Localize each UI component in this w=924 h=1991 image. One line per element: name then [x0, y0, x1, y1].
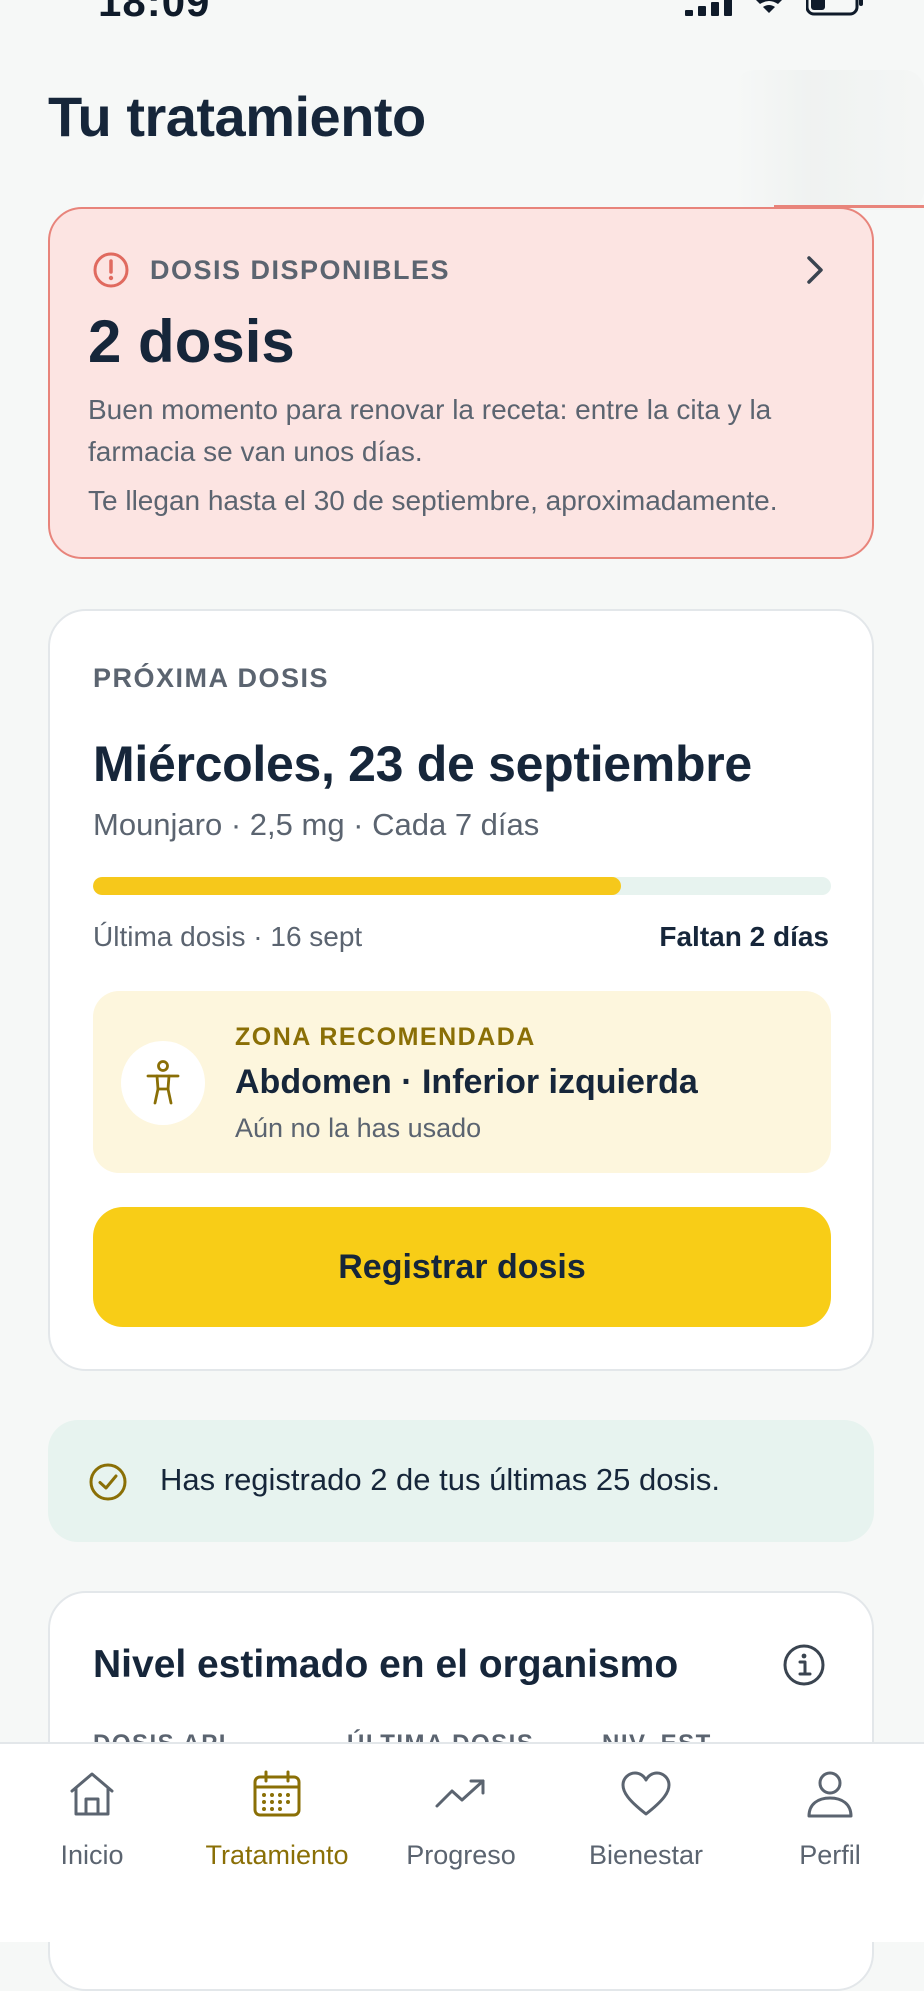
zone-subtitle: Aún no la has usado: [235, 1113, 482, 1143]
medication-details: Mounjaro · 2,5 mg · Cada 7 días: [93, 807, 540, 842]
recommended-zone[interactable]: ZONA RECOMENDADA Abdomen · Inferior izqu…: [93, 991, 831, 1173]
nav-item-tratamiento[interactable]: Tratamiento: [185, 1744, 369, 1884]
nav-item-perfil[interactable]: Perfil: [738, 1744, 922, 1884]
available-doses-count: 2 dosis: [88, 308, 295, 375]
available-doses-card[interactable]: DOSIS DISPONIBLES 2 dosis Buen momento p…: [48, 207, 874, 559]
nav-item-bienestar[interactable]: Bienestar: [554, 1744, 738, 1884]
check-circle-icon: [88, 1462, 128, 1507]
next-dose-date: Miércoles, 23 de septiembre: [93, 736, 752, 792]
renewal-advice: Buen momento para renovar la receta: ent…: [88, 394, 772, 467]
user-icon: [802, 1766, 858, 1827]
bottom-nav: Inicio Tratamiento Progreso Bienestar Pe…: [0, 1742, 924, 1942]
days-remaining: Faltan 2 días: [659, 921, 829, 952]
body-icon: [121, 1041, 205, 1125]
adherence-banner: Has registrado 2 de tus últimas 25 dosis…: [48, 1420, 874, 1542]
nav-item-inicio[interactable]: Inicio: [0, 1744, 184, 1884]
available-doses-label: DOSIS DISPONIBLES: [150, 255, 451, 285]
next-dose-label: PRÓXIMA DOSIS: [93, 663, 330, 693]
register-dose-button[interactable]: Registrar dosis: [93, 1207, 831, 1327]
dose-progress-fill: [93, 877, 621, 895]
heart-icon: [618, 1766, 674, 1827]
next-dose-card: PRÓXIMA DOSIS Miércoles, 23 de septiembr…: [48, 609, 874, 1371]
zone-label: ZONA RECOMENDADA: [235, 1023, 536, 1051]
nav-label: Bienestar: [588, 1840, 704, 1870]
calendar-icon: [249, 1766, 305, 1827]
home-icon: [64, 1766, 120, 1827]
nav-label: Perfil: [799, 1840, 861, 1870]
battery-icon: [806, 0, 864, 16]
alert-circle-icon: [92, 251, 130, 294]
estimated-level-title: Nivel estimado en el organismo: [93, 1643, 679, 1686]
status-bar: 18:09: [0, 0, 924, 30]
status-time: 18:09: [98, 0, 211, 25]
last-dose-text: Última dosis · 16 sept: [93, 921, 363, 952]
nav-label: Progreso: [406, 1840, 516, 1870]
nav-label: Tratamiento: [205, 1840, 349, 1870]
chevron-right-icon[interactable]: [802, 253, 828, 292]
supply-estimate: Te llegan hasta el 30 de septiembre, apr…: [88, 485, 778, 516]
dose-progress-bar: [93, 877, 831, 895]
wifi-icon: [754, 0, 784, 14]
signal-icon: [685, 0, 732, 16]
page-title: Tu tratamiento: [48, 85, 426, 148]
trend-icon: [433, 1766, 489, 1827]
info-icon[interactable]: [782, 1643, 826, 1692]
adherence-text: Has registrado 2 de tus últimas 25 dosis…: [160, 1462, 720, 1497]
zone-title: Abdomen · Inferior izquierda: [235, 1063, 698, 1101]
nav-label: Inicio: [60, 1840, 124, 1870]
nav-item-progreso[interactable]: Progreso: [369, 1744, 553, 1884]
overlay-shadow: [734, 70, 924, 210]
status-icons: [685, 0, 864, 16]
